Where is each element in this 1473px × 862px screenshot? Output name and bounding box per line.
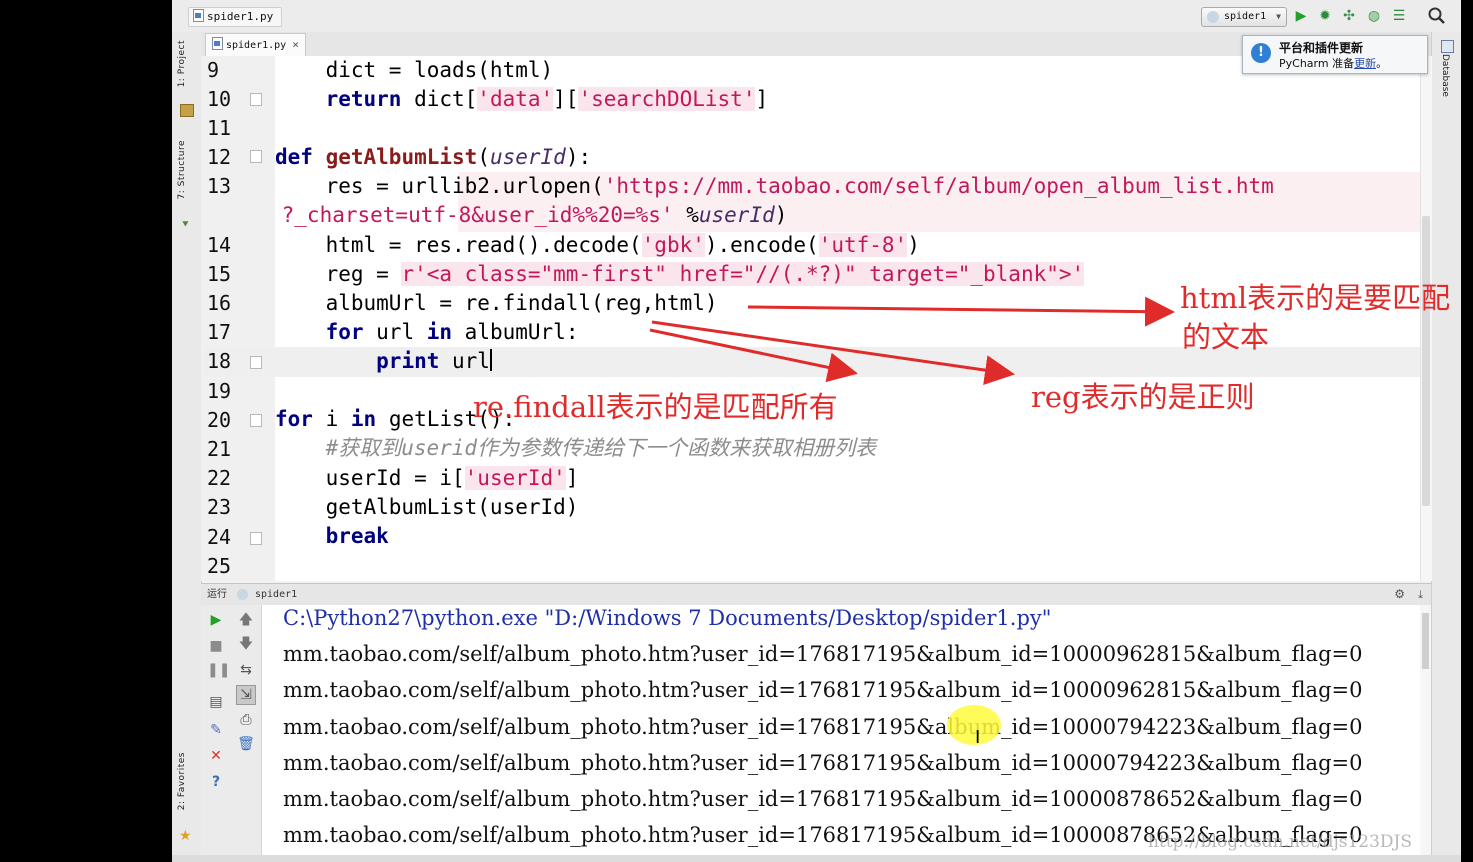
- annotation-reg: reg表示的是正则: [1031, 380, 1255, 414]
- annotation-arrows: [649, 296, 1175, 385]
- annotation-findall: re.findall表示的是匹配所有: [473, 390, 838, 424]
- annotation-html-2: 的文本: [1182, 320, 1270, 354]
- annotation-html-1: html表示的是要匹配: [1180, 281, 1451, 315]
- watermark: http://blog.csdn.net/djs123DJS: [1148, 832, 1412, 852]
- cursor-highlight: [947, 705, 1001, 745]
- arrow-to-reg-note: [651, 320, 1015, 385]
- arrow-to-html-note: [747, 296, 1175, 327]
- text-cursor-icon: I: [975, 727, 981, 748]
